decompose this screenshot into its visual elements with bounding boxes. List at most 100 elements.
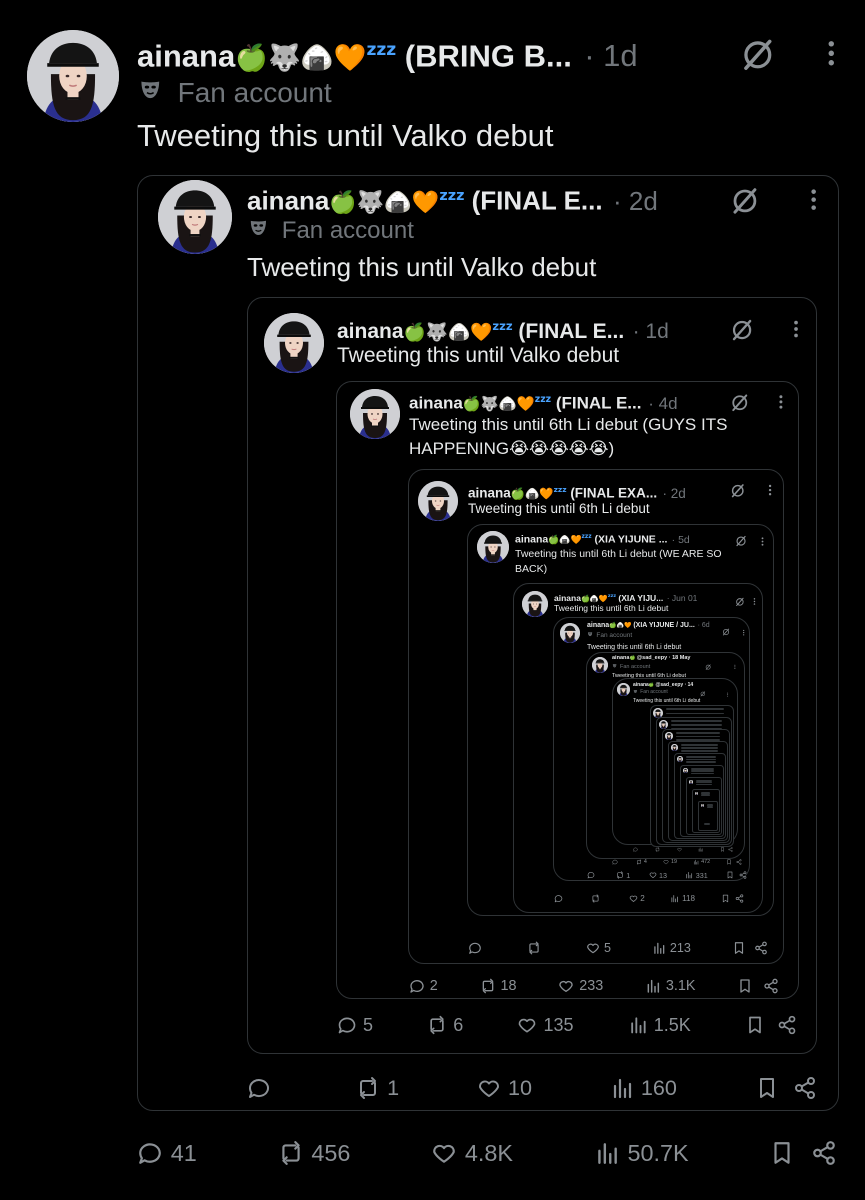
bookmark-button[interactable] bbox=[755, 1076, 779, 1100]
avatar[interactable] bbox=[27, 30, 119, 122]
bookmark-button[interactable] bbox=[769, 1140, 795, 1166]
avatar[interactable] bbox=[264, 313, 324, 373]
bookmark-button[interactable] bbox=[726, 871, 734, 879]
avatar[interactable] bbox=[617, 683, 630, 696]
views-icon bbox=[698, 847, 703, 852]
avatar[interactable] bbox=[350, 389, 400, 439]
avatar[interactable] bbox=[158, 180, 232, 254]
more-icon[interactable] bbox=[750, 593, 759, 611]
display-name[interactable]: ainana🍏🍙🧡zzz (XIA YIJUNE ... · 5d bbox=[515, 531, 690, 548]
name-emoji: 🍏🐺🍙🧡 bbox=[329, 189, 440, 216]
repost-button[interactable]: 4 bbox=[636, 859, 647, 865]
reply-button[interactable] bbox=[554, 894, 566, 903]
grok-icon[interactable] bbox=[730, 186, 760, 221]
repost-button[interactable]: 1 bbox=[616, 871, 630, 880]
fan-account-badge: Fan account bbox=[612, 663, 650, 670]
views-button[interactable]: 50.7K bbox=[594, 1140, 689, 1167]
display-name[interactable]: ainana🍏🐺🍙🧡zzz (BRING B... · 1d bbox=[137, 30, 638, 79]
repost-button[interactable]: 1 bbox=[356, 1075, 399, 1101]
timestamp[interactable]: · 2d bbox=[613, 186, 658, 216]
reply-button[interactable] bbox=[468, 941, 486, 955]
timestamp[interactable]: · 5d bbox=[672, 534, 690, 546]
bookmark-button[interactable] bbox=[737, 978, 753, 994]
reply-button[interactable] bbox=[633, 847, 640, 852]
avatar[interactable] bbox=[560, 623, 580, 643]
timestamp[interactable]: · Jun 01 bbox=[667, 593, 698, 603]
reply-button[interactable] bbox=[612, 859, 620, 865]
bookmark-button[interactable] bbox=[720, 847, 725, 852]
repost-button[interactable] bbox=[655, 847, 662, 852]
like-button[interactable] bbox=[676, 847, 684, 852]
share-button[interactable] bbox=[735, 893, 744, 903]
more-icon[interactable] bbox=[800, 186, 827, 218]
repost-button[interactable] bbox=[591, 893, 603, 903]
display-name[interactable]: ainana🍏🐺🍙🧡zzz (FINAL E... · 1d bbox=[337, 313, 669, 346]
repost-button-count: 1 bbox=[387, 1075, 400, 1100]
views-button[interactable] bbox=[698, 847, 705, 852]
grok-icon[interactable] bbox=[722, 623, 730, 641]
timestamp[interactable]: · 1d bbox=[633, 320, 669, 343]
reply-button[interactable]: 5 bbox=[337, 1015, 373, 1036]
more-icon[interactable] bbox=[740, 623, 747, 641]
text-line bbox=[671, 720, 722, 722]
avatar[interactable] bbox=[522, 591, 548, 617]
avatar[interactable] bbox=[592, 657, 608, 673]
bookmark-button[interactable] bbox=[732, 941, 746, 955]
display-name[interactable]: ainana🍏🐺🍙🧡zzz (FINAL E... · 2d bbox=[247, 180, 658, 220]
reply-icon bbox=[337, 1015, 357, 1035]
repost-button[interactable]: 6 bbox=[427, 1015, 463, 1036]
like-button[interactable]: 10 bbox=[477, 1075, 532, 1101]
share-button[interactable] bbox=[763, 978, 779, 994]
views-button-count: 331 bbox=[695, 870, 708, 880]
share-button[interactable] bbox=[811, 1140, 837, 1166]
like-button[interactable]: 135 bbox=[517, 1015, 574, 1036]
like-button[interactable]: 5 bbox=[586, 941, 611, 955]
grok-icon[interactable] bbox=[740, 37, 776, 78]
name-emoji: 🍏🍙🧡 bbox=[609, 622, 632, 629]
timestamp[interactable]: · 2d bbox=[662, 486, 685, 501]
like-button[interactable]: 4.8K bbox=[431, 1140, 513, 1167]
views-button[interactable]: 1.5K bbox=[628, 1015, 691, 1036]
display-name[interactable]: ainana🍏🍙🧡 (XIA YIJUNE / JU... · 6d bbox=[587, 621, 710, 630]
share-button[interactable] bbox=[793, 1076, 817, 1100]
bookmark-button[interactable] bbox=[745, 1015, 765, 1035]
views-button[interactable]: 160 bbox=[610, 1075, 677, 1101]
more-icon[interactable] bbox=[815, 37, 848, 75]
share-button[interactable] bbox=[739, 871, 747, 879]
avatar[interactable] bbox=[477, 531, 509, 563]
repost-button[interactable]: 456 bbox=[278, 1140, 350, 1167]
display-name[interactable]: ainana🍏🐺🍙🧡zzz (FINAL E... · 4d bbox=[409, 389, 678, 416]
share-button[interactable] bbox=[777, 1015, 797, 1035]
bookmark-button[interactable] bbox=[721, 894, 730, 903]
share-button[interactable] bbox=[736, 859, 742, 865]
display-name[interactable]: ainana🍏🍙🧡zzz (XIA YIJU... · Jun 01 bbox=[554, 591, 697, 604]
like-button[interactable]: 13 bbox=[649, 871, 667, 880]
reply-button[interactable] bbox=[587, 871, 597, 879]
repost-button[interactable] bbox=[527, 941, 545, 955]
views-button[interactable]: 213 bbox=[652, 941, 691, 955]
text-line bbox=[691, 770, 714, 772]
timestamp[interactable]: · 1d bbox=[584, 38, 637, 73]
reply-button[interactable]: 41 bbox=[137, 1140, 197, 1167]
avatar[interactable] bbox=[418, 481, 458, 521]
like-button[interactable]: 233 bbox=[558, 978, 603, 994]
views-button[interactable]: 472 bbox=[693, 859, 710, 865]
reply-button[interactable] bbox=[247, 1076, 278, 1100]
timestamp[interactable]: · 4d bbox=[648, 394, 677, 413]
more-icon[interactable] bbox=[772, 393, 790, 416]
views-button[interactable]: 118 bbox=[670, 894, 695, 903]
share-button[interactable] bbox=[754, 941, 768, 955]
bookmark-button[interactable] bbox=[726, 859, 732, 865]
views-button[interactable]: 3.1K bbox=[645, 978, 696, 994]
reply-button[interactable]: 2 bbox=[409, 978, 438, 994]
like-button[interactable]: 2 bbox=[629, 894, 645, 903]
more-icon[interactable] bbox=[757, 534, 768, 552]
like-button[interactable]: 19 bbox=[663, 859, 677, 865]
more-icon[interactable] bbox=[785, 318, 807, 345]
timestamp[interactable]: · 6d bbox=[698, 622, 710, 629]
like-button-count: 13 bbox=[658, 870, 667, 880]
display-name[interactable]: ainana🍏 @sad_eepy · 18 May bbox=[612, 655, 690, 662]
share-button[interactable] bbox=[728, 847, 733, 852]
repost-button[interactable]: 18 bbox=[480, 978, 517, 994]
views-button[interactable]: 331 bbox=[685, 870, 708, 880]
